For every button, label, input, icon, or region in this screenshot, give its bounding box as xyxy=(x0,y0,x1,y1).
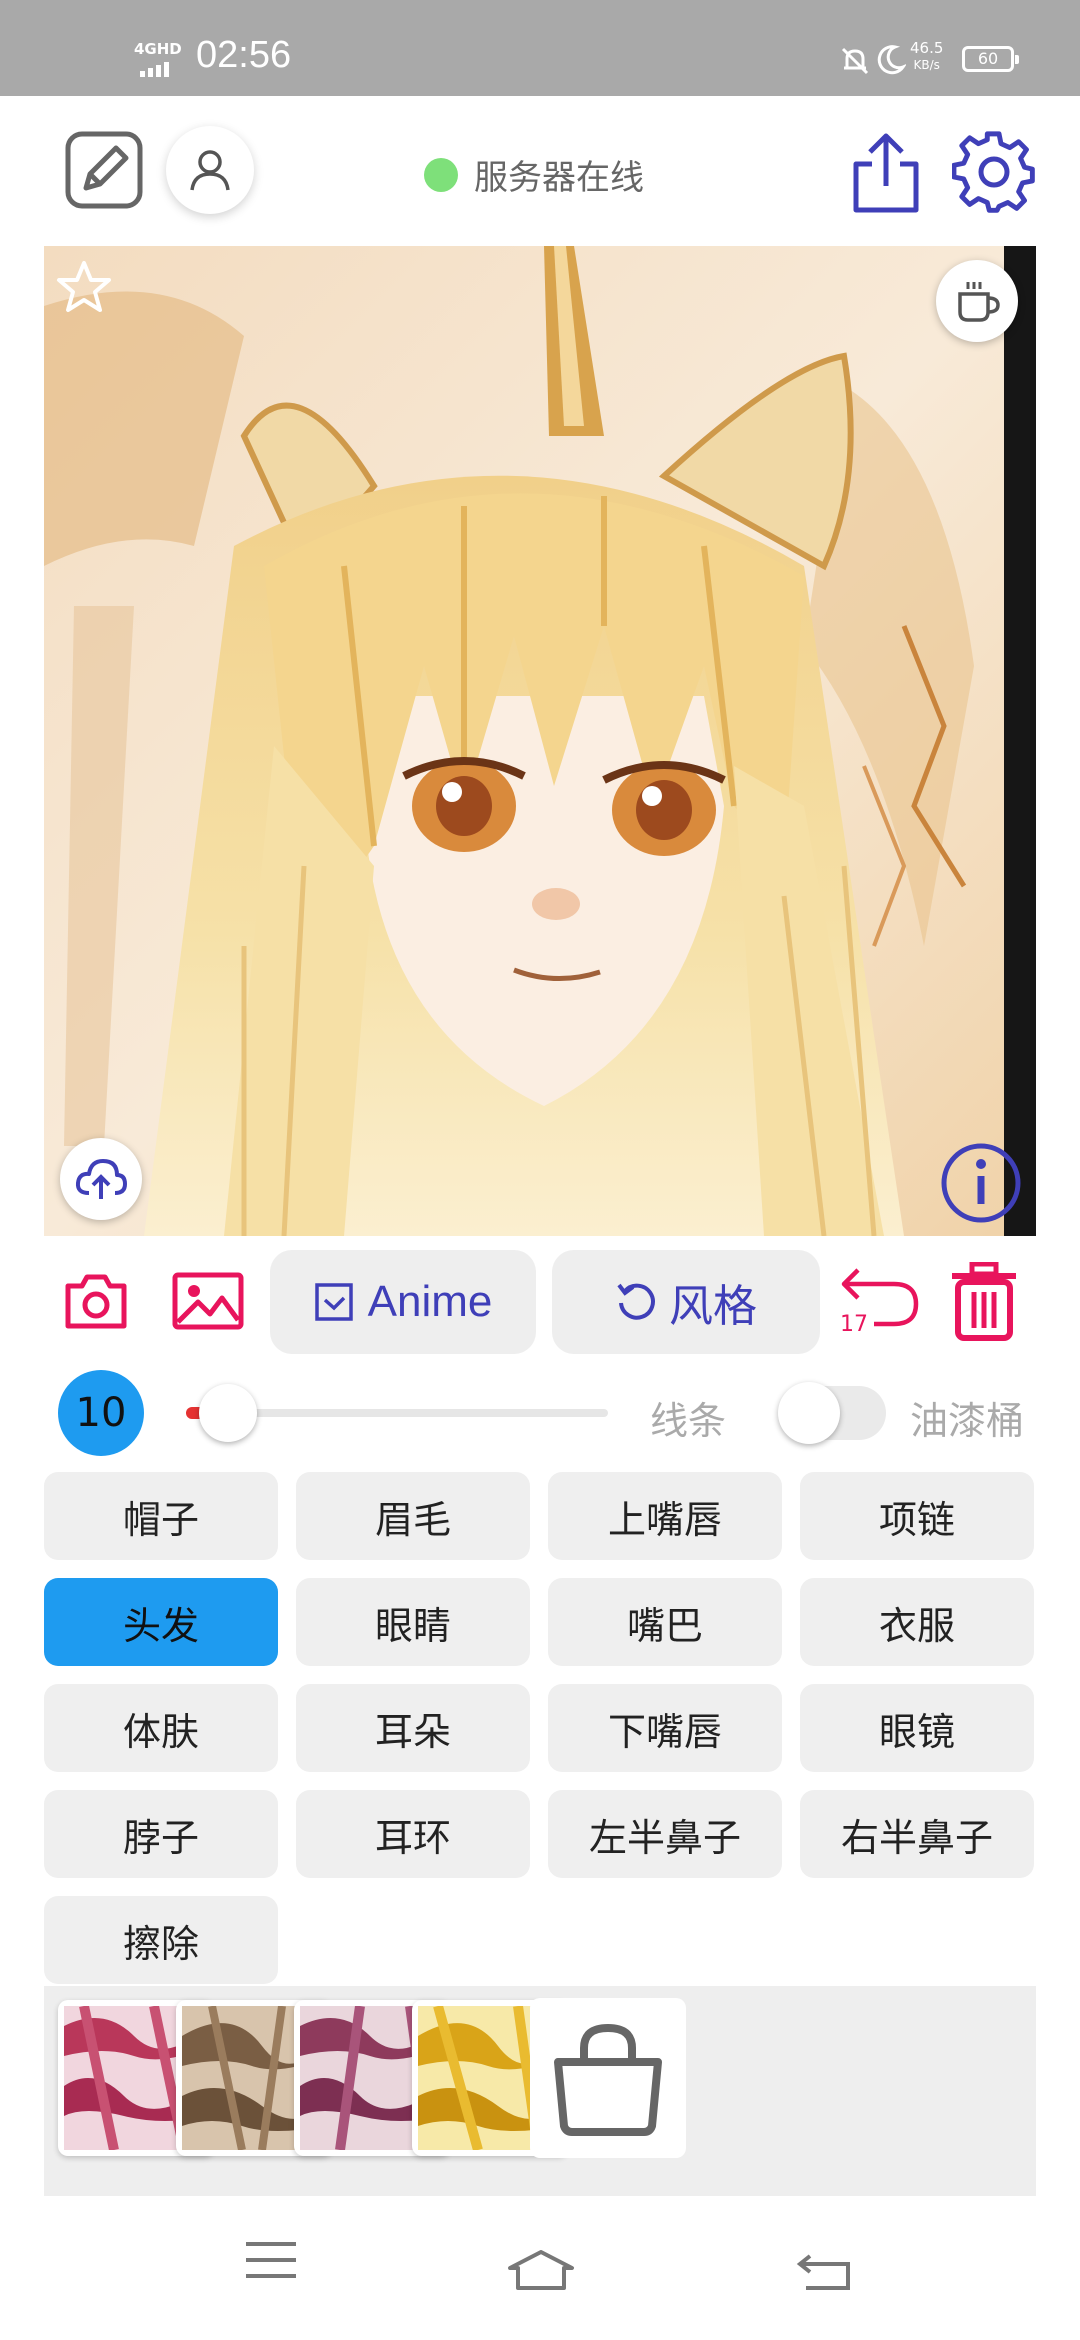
signal-icon xyxy=(140,58,172,77)
part-button[interactable]: 耳环 xyxy=(296,1790,530,1878)
share-button[interactable] xyxy=(846,130,926,216)
texture-store-button[interactable] xyxy=(530,1998,686,2158)
edit-icon xyxy=(65,131,143,209)
edit-button[interactable] xyxy=(64,130,144,210)
star-icon[interactable] xyxy=(56,260,112,314)
model-select-button[interactable]: Anime xyxy=(270,1250,536,1354)
part-button[interactable]: 项链 xyxy=(800,1472,1034,1560)
status-dot xyxy=(424,157,458,192)
part-button[interactable]: 下嘴唇 xyxy=(548,1684,782,1772)
texture-strip xyxy=(44,1986,1036,2196)
part-button[interactable]: 衣服 xyxy=(800,1578,1034,1666)
trash-icon[interactable] xyxy=(950,1262,1018,1342)
network-speed: 46.5 KB/s xyxy=(910,40,943,74)
part-button[interactable]: 擦除 xyxy=(44,1896,278,1984)
share-icon xyxy=(853,133,919,213)
server-status: 服务器在线 xyxy=(424,150,644,199)
undo-count: 17 xyxy=(840,1312,868,1337)
status-bar: 4GHD 02:56 46.5 KB/s 60 xyxy=(0,0,1080,96)
user-icon xyxy=(190,150,230,191)
part-button[interactable]: 眼睛 xyxy=(296,1578,530,1666)
settings-button[interactable] xyxy=(951,130,1036,214)
gear-icon xyxy=(951,131,1035,213)
rotate-icon xyxy=(617,1283,655,1320)
generated-portrait xyxy=(44,246,1036,1236)
clock: 02:56 xyxy=(196,34,292,76)
moon-icon xyxy=(877,45,906,75)
camera-icon[interactable] xyxy=(64,1272,128,1330)
part-button[interactable]: 眼镜 xyxy=(800,1684,1034,1772)
undo-button[interactable]: 17 xyxy=(838,1262,922,1344)
mute-notifications-icon xyxy=(841,47,869,75)
upload-button[interactable] xyxy=(60,1138,142,1220)
coffee-icon xyxy=(958,282,1000,322)
profile-button[interactable] xyxy=(166,126,254,214)
part-button[interactable]: 嘴巴 xyxy=(548,1578,782,1666)
fill-mode-toggle-knob[interactable] xyxy=(778,1382,840,1444)
part-button[interactable]: 脖子 xyxy=(44,1790,278,1878)
network-type: 4GHD xyxy=(134,40,182,58)
speed-value: 46.5 xyxy=(910,39,944,57)
part-button[interactable]: 帽子 xyxy=(44,1472,278,1560)
part-button[interactable]: 耳朵 xyxy=(296,1684,530,1772)
speed-unit: KB/s xyxy=(913,58,940,72)
brush-size-slider-thumb[interactable] xyxy=(199,1384,258,1442)
part-button[interactable]: 眉毛 xyxy=(296,1472,530,1560)
home-icon[interactable] xyxy=(506,2250,576,2290)
part-button[interactable]: 上嘴唇 xyxy=(548,1472,782,1560)
coffee-button[interactable] xyxy=(936,260,1018,342)
cloud-upload-icon xyxy=(75,1159,127,1199)
drawing-canvas[interactable] xyxy=(44,246,1036,1236)
shopping-bag-icon xyxy=(554,2023,662,2136)
image-icon[interactable] xyxy=(172,1272,244,1330)
brush-size-indicator: 10 xyxy=(58,1370,144,1456)
back-icon[interactable] xyxy=(796,2254,852,2290)
part-button[interactable]: 右半鼻子 xyxy=(800,1790,1034,1878)
part-button[interactable]: 头发 xyxy=(44,1578,278,1666)
style-button[interactable]: 风格 xyxy=(552,1250,820,1354)
server-status-text: 服务器在线 xyxy=(474,158,644,198)
checkbox-icon xyxy=(314,1283,353,1321)
battery-indicator: 60 xyxy=(962,46,1019,72)
fill-mode-label: 油漆桶 xyxy=(910,1399,1025,1443)
info-icon[interactable] xyxy=(940,1142,1022,1224)
model-label: Anime xyxy=(367,1277,493,1326)
style-label: 风格 xyxy=(669,1282,757,1331)
menu-icon[interactable] xyxy=(244,2240,298,2280)
part-button[interactable]: 左半鼻子 xyxy=(548,1790,782,1878)
part-button[interactable]: 体肤 xyxy=(44,1684,278,1772)
line-mode-label: 线条 xyxy=(650,1399,727,1443)
